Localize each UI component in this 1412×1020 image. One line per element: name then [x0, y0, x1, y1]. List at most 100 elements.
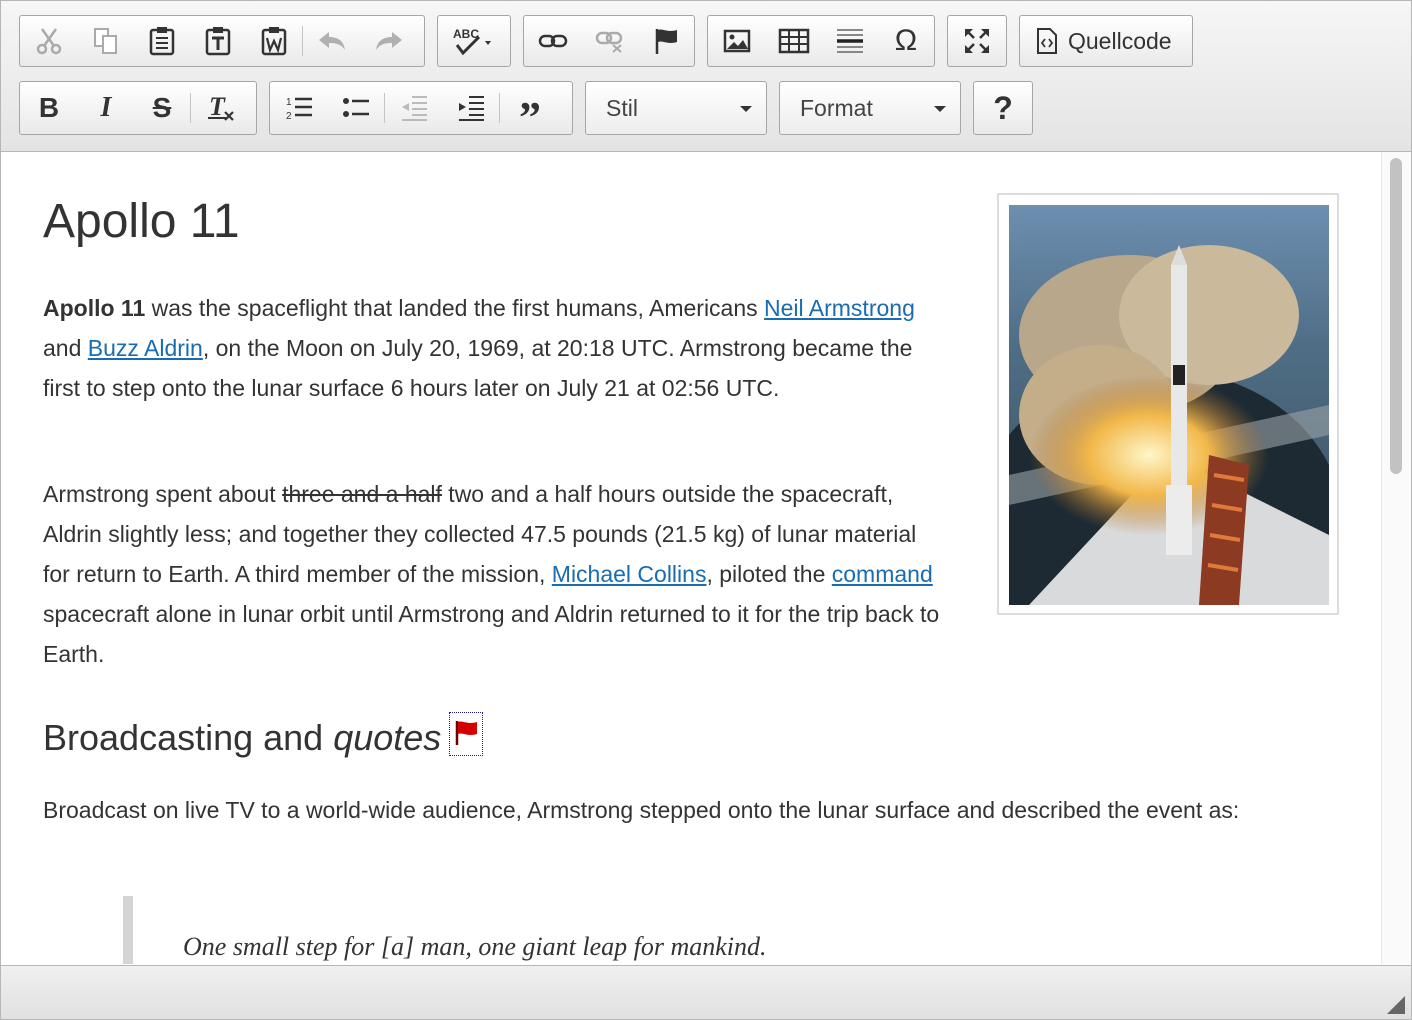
svg-text:2: 2: [286, 111, 292, 121]
intro-text: was the spaceflight that landed the firs…: [145, 295, 765, 321]
editor-toolbar: ABC Ω Quellcode B I S T 1 2 ” Stil Forma…: [1, 1, 1411, 152]
paste-text-icon: [205, 27, 231, 56]
omega-icon: Ω: [894, 24, 918, 57]
paste-icon: [149, 27, 175, 56]
source-code-icon: [1037, 28, 1057, 54]
horizontal-line-button[interactable]: [822, 17, 878, 65]
paste-button[interactable]: [134, 17, 190, 65]
page-title: Apollo 11: [43, 195, 240, 248]
source-button-label: Quellcode: [1068, 27, 1172, 54]
launch-image-frame[interactable]: [997, 193, 1339, 615]
format-dropdown-label: Format: [800, 95, 873, 121]
style-dropdown[interactable]: Stil: [585, 81, 767, 135]
link-icon: [538, 34, 568, 48]
image-icon: [723, 29, 751, 53]
numbered-list-icon: 12: [286, 97, 312, 121]
svg-text:1: 1: [286, 97, 292, 108]
source-group: Quellcode: [1019, 15, 1193, 67]
link-button[interactable]: [524, 17, 582, 65]
strikethrough-text: three and a half: [282, 481, 442, 507]
bold-icon: B: [38, 92, 60, 123]
insert-group: Ω: [707, 15, 935, 67]
clipboard-group: [19, 15, 425, 67]
svg-text:T: T: [209, 93, 226, 121]
bold-button[interactable]: B: [20, 84, 78, 132]
help-icon: ?: [993, 89, 1013, 126]
paste-as-text-button[interactable]: [190, 17, 246, 65]
format-dropdown[interactable]: Format: [779, 81, 961, 135]
chevron-down-icon: [934, 106, 946, 112]
unlink-button[interactable]: [582, 17, 638, 65]
chevron-down-icon: [740, 106, 752, 112]
lists-group: 12 ”: [269, 81, 573, 140]
help-group: ?: [973, 81, 1033, 135]
resize-handle[interactable]: [1387, 996, 1405, 1014]
undo-icon: [319, 32, 345, 50]
section-heading-text: Broadcasting and: [43, 717, 334, 758]
spellcheck-button[interactable]: ABC: [438, 17, 510, 65]
scissors-icon: [36, 28, 62, 55]
quote-block: One small step for [a] man, one giant le…: [123, 896, 767, 964]
maximize-icon: [965, 29, 989, 53]
anchor-marker[interactable]: [449, 712, 484, 756]
horizontal-line-icon: [837, 29, 863, 53]
remove-format-icon: T: [208, 93, 234, 121]
paste-from-word-button[interactable]: [246, 17, 302, 65]
help-button[interactable]: ?: [974, 84, 1032, 132]
special-character-button[interactable]: Ω: [878, 17, 934, 65]
unlink-icon: [595, 31, 623, 53]
bulleted-list-button[interactable]: [328, 84, 384, 132]
anchor-button[interactable]: [638, 17, 694, 65]
numbered-list-button[interactable]: 12: [270, 84, 328, 132]
redo-icon: [376, 32, 402, 50]
section-heading: Broadcasting and quotes: [43, 712, 484, 759]
rocket-launch-image: [1009, 205, 1329, 605]
rich-text-editor: ABC Ω Quellcode B I S T 1 2 ” Stil Forma…: [0, 0, 1412, 1020]
intro-text: and: [43, 335, 88, 361]
maximize-group: [947, 15, 1007, 67]
broadcast-paragraph: Broadcast on live TV to a world-wide aud…: [43, 797, 1240, 823]
quote-icon: ”: [519, 93, 541, 142]
flag-icon: [655, 29, 677, 54]
eva-paragraph: Armstrong spent about three and a half t…: [43, 474, 943, 674]
link-neil-armstrong[interactable]: Neil Armstrong: [764, 295, 915, 321]
copy-button[interactable]: [78, 17, 134, 65]
scrollbar-thumb[interactable]: [1390, 158, 1402, 474]
undo-button[interactable]: [303, 17, 361, 65]
link-buzz-aldrin[interactable]: Buzz Aldrin: [88, 335, 203, 361]
blockquote-button[interactable]: ”: [500, 84, 560, 140]
copy-icon: [94, 28, 117, 54]
table-button[interactable]: [766, 17, 822, 65]
italic-button[interactable]: I: [78, 84, 134, 132]
remove-format-button[interactable]: T: [191, 84, 251, 132]
outdent-icon: [402, 96, 427, 121]
eva-text: Armstrong spent about: [43, 481, 283, 507]
link-michael-collins[interactable]: Michael Collins: [552, 561, 707, 587]
spellcheck-group: ABC: [437, 15, 511, 67]
image-button[interactable]: [708, 17, 766, 65]
decrease-indent-button[interactable]: [385, 84, 443, 132]
vertical-scrollbar[interactable]: [1381, 152, 1411, 964]
editor-footer: [1, 965, 1411, 1019]
cut-button[interactable]: [20, 17, 78, 65]
bulleted-list-icon: [343, 98, 369, 117]
redo-button[interactable]: [361, 17, 417, 65]
quote-text: One small step for [a] man, one giant le…: [183, 932, 767, 961]
intro-bold-text: Apollo 11: [43, 295, 146, 321]
indent-icon: [459, 96, 484, 121]
increase-indent-button[interactable]: [443, 84, 499, 132]
link-command[interactable]: command: [832, 561, 933, 587]
links-group: [523, 15, 695, 67]
italic-icon: I: [100, 92, 112, 123]
paste-word-icon: [261, 27, 287, 56]
editor-content-area[interactable]: Apollo 11 Apollo 11 was the spaceflight …: [1, 152, 1379, 964]
eva-text: spacecraft alone in lunar orbit until Ar…: [43, 601, 940, 667]
eva-text: , piloted the: [706, 561, 832, 587]
strikethrough-icon: S: [152, 92, 172, 123]
red-flag-icon: [456, 721, 478, 745]
strikethrough-button[interactable]: S: [134, 84, 190, 132]
basic-styles-group: B I S T: [19, 81, 257, 135]
source-button[interactable]: Quellcode: [1020, 17, 1192, 65]
maximize-button[interactable]: [948, 17, 1006, 65]
section-heading-italic: quotes: [333, 717, 442, 758]
